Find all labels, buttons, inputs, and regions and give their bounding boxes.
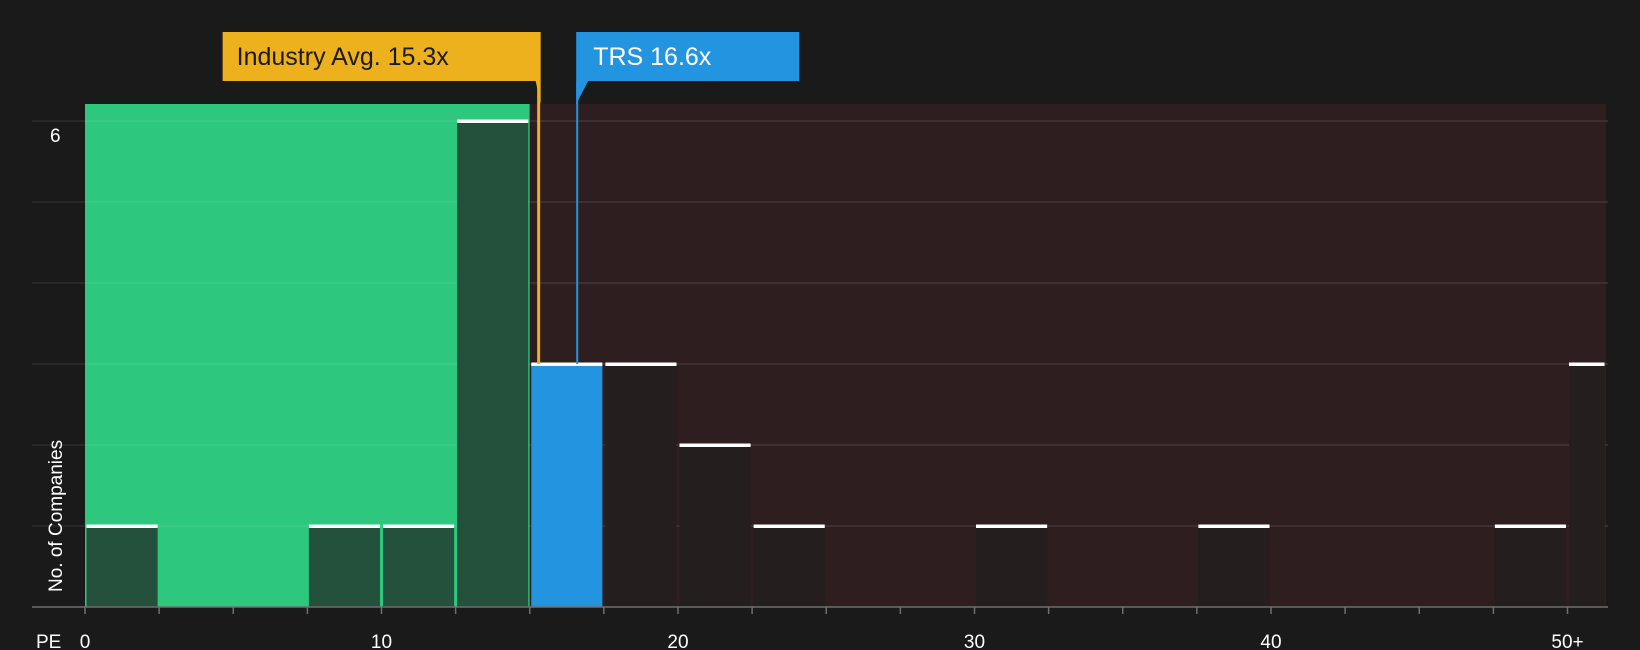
bar-top-line — [1494, 524, 1566, 528]
histogram-bar — [753, 526, 825, 607]
bar-top-line — [383, 524, 455, 528]
y-axis-title: No. of Companies — [46, 440, 67, 592]
bar-top-line — [976, 524, 1048, 528]
bar-top-line — [531, 362, 603, 366]
bar-top-line — [86, 524, 158, 528]
x-tick-label: 20 — [667, 632, 688, 650]
pe-distribution-chart: 0 10 20 30 40 50+ 6 Industry Avg. 15.3x TRS 16.… — [32, 32, 1608, 650]
histogram-bar — [457, 121, 529, 607]
company-pe-label: TRS 16.6x — [593, 43, 712, 71]
x-tick-label: 30 — [964, 632, 985, 650]
bar-top-line — [308, 524, 380, 528]
bar-top-line — [1569, 362, 1605, 366]
histogram-bar — [1198, 526, 1270, 607]
x-tick-label: 0 — [80, 632, 91, 650]
histogram-bar — [605, 364, 677, 607]
histogram-bar — [1569, 364, 1605, 607]
histogram-bar — [1494, 526, 1566, 607]
bar-top-line — [457, 119, 529, 123]
histogram-bar — [679, 445, 751, 607]
x-tick-label: 50+ — [1551, 632, 1583, 650]
x-axis-title: PE — [36, 632, 61, 650]
histogram-bar — [383, 526, 455, 607]
x-tick-label: 40 — [1260, 632, 1281, 650]
bar-top-line — [679, 443, 751, 447]
y-tick-label: 6 — [50, 126, 61, 147]
x-tick-label: 10 — [371, 632, 392, 650]
bar-top-line — [605, 362, 677, 366]
histogram-bar — [308, 526, 380, 607]
histogram-bar — [86, 526, 158, 607]
industry-avg-label: Industry Avg. 15.3x — [237, 43, 450, 71]
histogram-bar — [531, 364, 603, 607]
bar-top-line — [1198, 524, 1270, 528]
histogram-bar — [976, 526, 1048, 607]
bar-top-line — [753, 524, 825, 528]
